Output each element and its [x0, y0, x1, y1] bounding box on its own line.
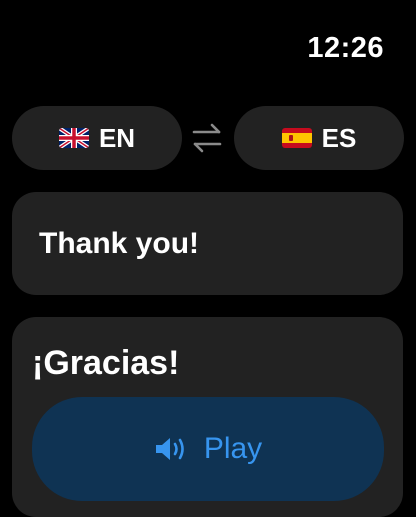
- swap-languages-button[interactable]: [190, 121, 224, 155]
- spain-flag-icon: [281, 128, 312, 148]
- uk-flag-icon: [58, 128, 89, 148]
- speaker-icon: [155, 438, 184, 460]
- play-button[interactable]: Play: [32, 397, 384, 501]
- swap-arrows-icon: [192, 123, 222, 153]
- source-text: Thank you!: [39, 227, 200, 260]
- target-language-button[interactable]: ES: [234, 106, 404, 170]
- source-text-card[interactable]: Thank you!: [12, 192, 403, 295]
- source-language-button[interactable]: EN: [12, 106, 182, 170]
- play-label: Play: [203, 432, 263, 465]
- status-time: 12:26: [307, 32, 384, 64]
- source-language-code: EN: [98, 122, 136, 153]
- translated-text: ¡Gracias!: [32, 344, 180, 382]
- target-language-code: ES: [321, 122, 357, 153]
- translation-card: ¡Gracias! Play: [12, 317, 403, 517]
